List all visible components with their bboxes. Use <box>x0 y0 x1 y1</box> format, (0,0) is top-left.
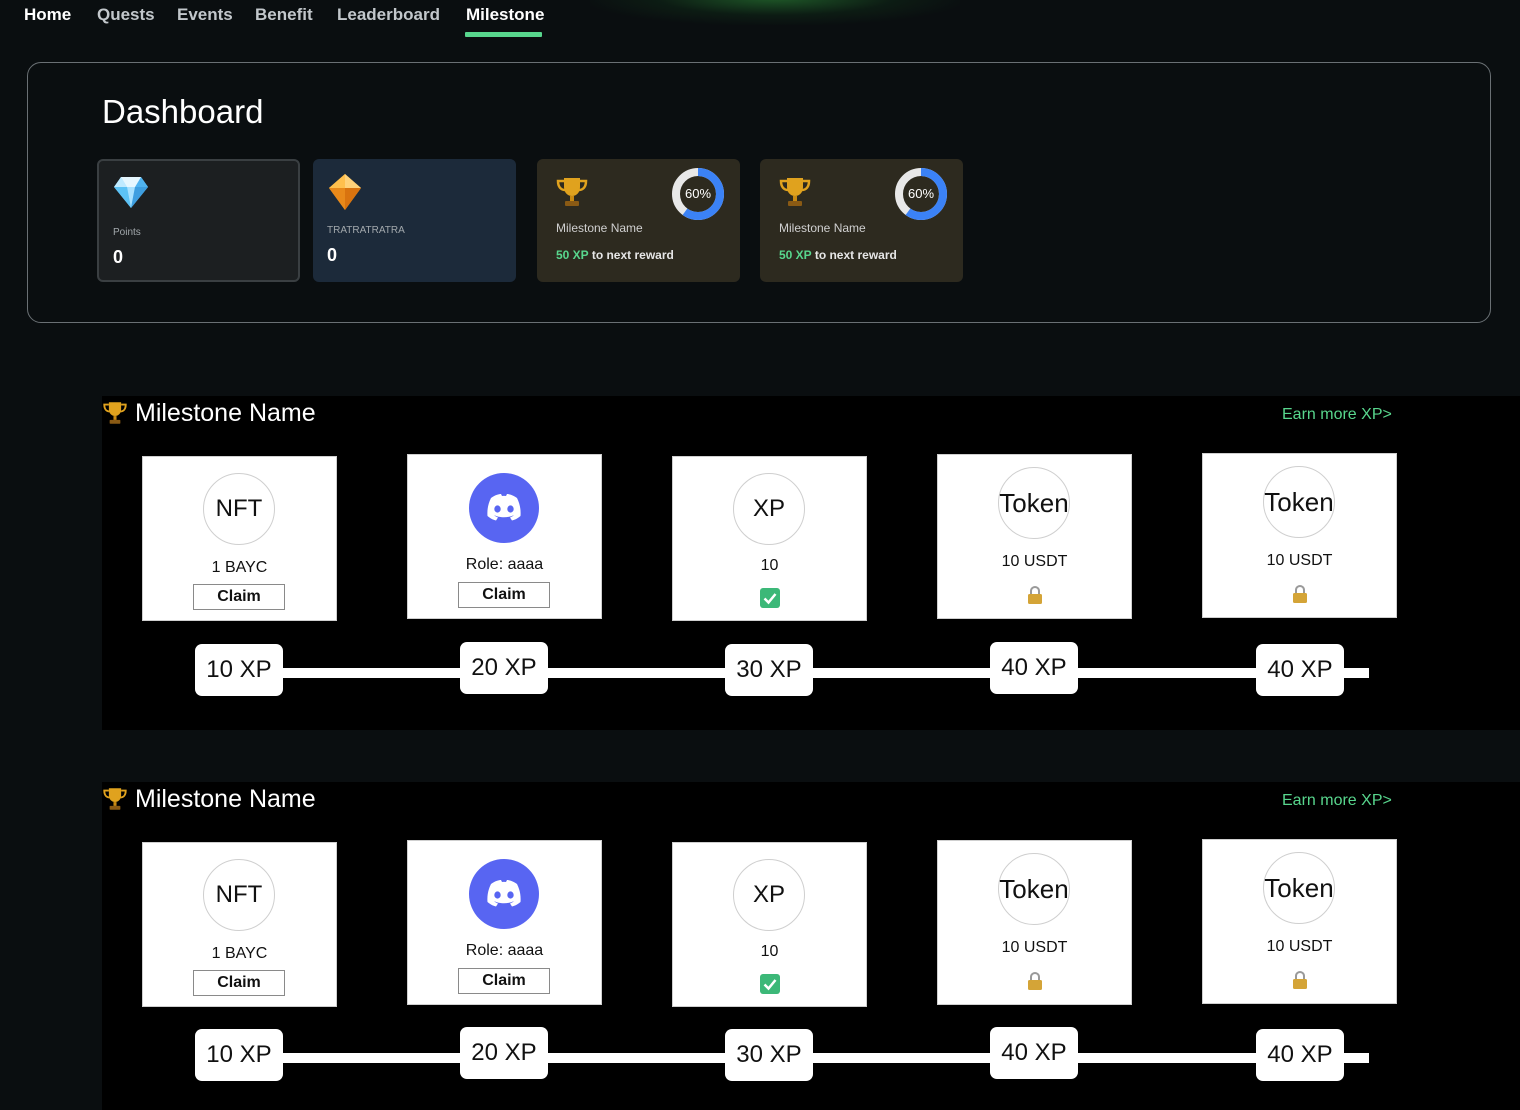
diamond-icon <box>113 175 149 214</box>
tratra-label: TRATRATRATRA <box>327 225 405 236</box>
milestone-section: Milestone Name Earn more XP> NFT 1 BAYC … <box>102 396 1520 730</box>
xp-threshold: 30 XP <box>725 644 813 696</box>
reward-badge: Token <box>1263 852 1335 924</box>
lock-icon <box>1203 970 1396 994</box>
xp-threshold: 10 XP <box>195 644 283 696</box>
discord-icon <box>469 473 539 543</box>
active-tab-indicator <box>465 32 542 37</box>
dashboard-title: Dashboard <box>102 93 264 130</box>
tab-benefit[interactable]: Benefit <box>255 5 313 25</box>
milestone-label: Milestone Name <box>556 221 643 235</box>
reward-desc: 1 BAYC <box>211 945 268 962</box>
discord-icon <box>469 859 539 929</box>
milestone-card: 60% Milestone Name 50 XP to next reward <box>760 159 963 282</box>
progress-percent: 60% <box>684 186 712 201</box>
reward-desc: 10 USDT <box>1266 552 1333 569</box>
tratra-value: 0 <box>327 245 338 265</box>
reward-card-token: Token 10 USDT <box>1202 453 1397 618</box>
reward-card-nft: NFT 1 BAYC Claim <box>142 456 337 621</box>
progress-percent: 60% <box>907 186 935 201</box>
reward-desc: 10 USDT <box>1001 939 1068 956</box>
next-reward-text: 50 XP to next reward <box>556 248 674 262</box>
lock-icon <box>938 971 1131 995</box>
reward-desc: 10 <box>760 943 779 960</box>
reward-card-token: Token 10 USDT <box>1202 839 1397 1004</box>
next-reward-suffix: to next reward <box>811 248 897 262</box>
tab-quests[interactable]: Quests <box>97 5 155 25</box>
check-icon <box>673 974 866 999</box>
xp-threshold: 40 XP <box>1256 644 1344 696</box>
dashboard-panel: Dashboard Points 0 TRATRATRATRA 0 60% Mi… <box>27 62 1491 323</box>
reward-card-discord: Role: aaaa Claim <box>407 840 602 1005</box>
trophy-icon <box>102 399 128 432</box>
reward-badge: XP <box>733 473 805 545</box>
reward-desc: 1 BAYC <box>211 559 268 576</box>
reward-badge: NFT <box>203 859 275 931</box>
tab-home[interactable]: Home <box>24 5 71 25</box>
earn-more-xp-link[interactable]: Earn more XP> <box>1282 792 1392 810</box>
orange-gem-icon <box>327 173 363 216</box>
reward-card-token: Token 10 USDT <box>937 840 1132 1005</box>
trophy-icon <box>555 175 589 214</box>
reward-card-nft: NFT 1 BAYC Claim <box>142 842 337 1007</box>
reward-badge: Token <box>998 467 1070 539</box>
lock-icon <box>1203 584 1396 608</box>
milestone-card: 60% Milestone Name 50 XP to next reward <box>537 159 740 282</box>
claim-button[interactable]: Claim <box>193 584 285 610</box>
xp-threshold: 10 XP <box>195 1029 283 1081</box>
tab-leaderboard[interactable]: Leaderboard <box>337 5 440 25</box>
section-title: Milestone Name <box>135 399 316 427</box>
earn-more-xp-link[interactable]: Earn more XP> <box>1282 406 1392 424</box>
reward-card-token: Token 10 USDT <box>937 454 1132 619</box>
xp-threshold: 40 XP <box>990 1027 1078 1079</box>
next-reward-text: 50 XP to next reward <box>779 248 897 262</box>
tratra-card: TRATRATRATRA 0 <box>313 159 516 282</box>
reward-desc: Role: aaaa <box>465 942 544 959</box>
xp-remaining: 50 XP <box>556 248 589 262</box>
check-icon <box>673 588 866 613</box>
top-nav: Home Quests Events Benefit Leaderboard M… <box>0 0 700 40</box>
reward-card-xp: XP 10 <box>672 456 867 621</box>
trophy-icon <box>778 175 812 214</box>
reward-card-xp: XP 10 <box>672 842 867 1007</box>
xp-threshold: 20 XP <box>460 1027 548 1079</box>
reward-badge: Token <box>998 853 1070 925</box>
points-value: 0 <box>113 247 124 267</box>
reward-badge: NFT <box>203 473 275 545</box>
claim-button[interactable]: Claim <box>458 968 550 994</box>
xp-threshold: 30 XP <box>725 1029 813 1081</box>
reward-desc: 10 USDT <box>1266 938 1333 955</box>
reward-desc: 10 <box>760 557 779 574</box>
xp-threshold: 40 XP <box>990 642 1078 694</box>
lock-icon <box>938 585 1131 609</box>
tab-milestone[interactable]: Milestone <box>466 5 544 25</box>
reward-badge: Token <box>1263 466 1335 538</box>
claim-button[interactable]: Claim <box>193 970 285 996</box>
reward-desc: 10 USDT <box>1001 553 1068 570</box>
section-title: Milestone Name <box>135 785 316 813</box>
xp-threshold: 20 XP <box>460 642 548 694</box>
milestone-label: Milestone Name <box>779 221 866 235</box>
claim-button[interactable]: Claim <box>458 582 550 608</box>
points-label: Points <box>113 227 141 238</box>
next-reward-suffix: to next reward <box>588 248 674 262</box>
trophy-icon <box>102 785 128 818</box>
xp-threshold: 40 XP <box>1256 1029 1344 1081</box>
points-card: Points 0 <box>97 159 300 282</box>
reward-badge: XP <box>733 859 805 931</box>
reward-desc: Role: aaaa <box>465 556 544 573</box>
reward-card-discord: Role: aaaa Claim <box>407 454 602 619</box>
milestone-section: Milestone Name Earn more XP> NFT 1 BAYC … <box>102 782 1520 1110</box>
tab-events[interactable]: Events <box>177 5 233 25</box>
xp-remaining: 50 XP <box>779 248 812 262</box>
